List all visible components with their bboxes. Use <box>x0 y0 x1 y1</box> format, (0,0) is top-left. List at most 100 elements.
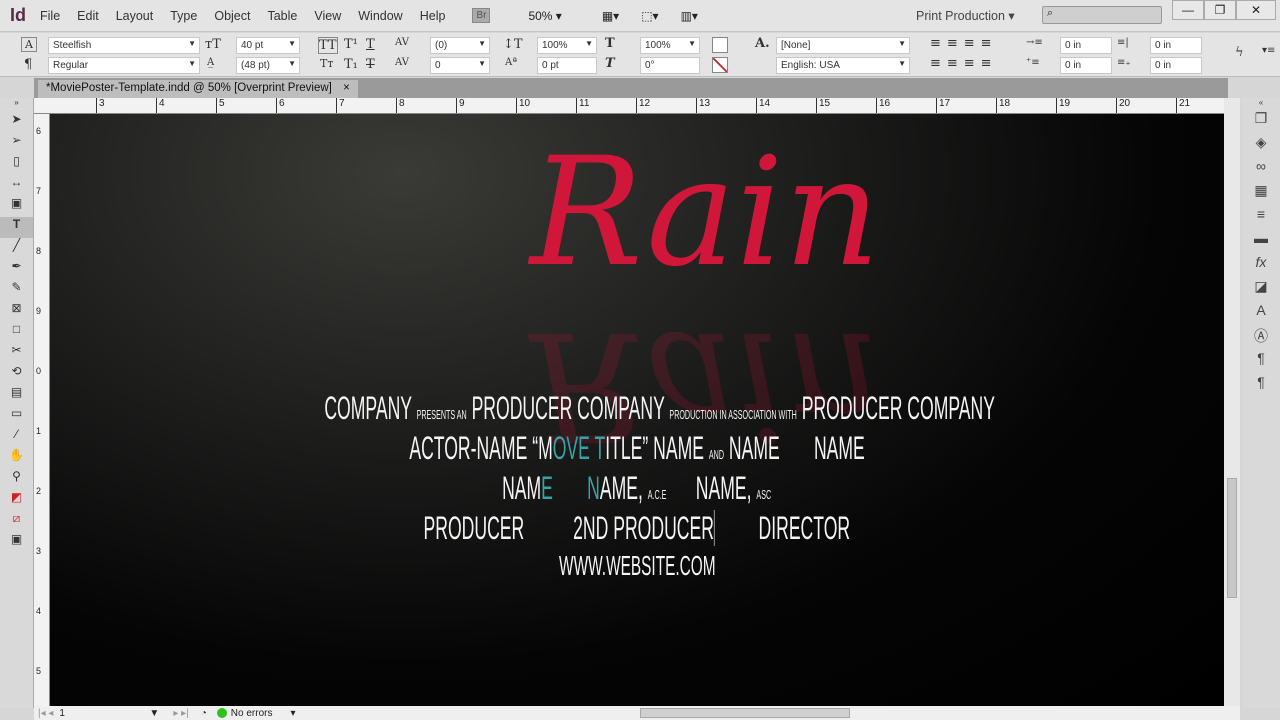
subscript-button[interactable]: T₁ <box>344 57 358 72</box>
gap-tool-icon[interactable]: ↔ <box>0 175 33 196</box>
line-tool-icon[interactable]: ╱ <box>0 238 33 259</box>
eyedropper-tool-icon[interactable]: ⁄ <box>0 427 33 448</box>
view-options-icon[interactable]: ⬚▾ <box>641 9 658 23</box>
scissors-tool-icon[interactable]: ✂ <box>0 343 33 364</box>
paragraph-panel-icon[interactable]: ¶ <box>1242 374 1280 398</box>
credit-line-3[interactable]: NAME NAME, A.C.E NAME, ASC <box>50 470 1224 507</box>
screen-mode-icon[interactable]: ▦▾ <box>602 9 619 23</box>
right-indent-field[interactable]: 0 in <box>1150 37 1202 54</box>
next-page-icon[interactable]: ▸ ▸| <box>173 708 188 719</box>
menu-object[interactable]: Object <box>214 9 250 23</box>
justify-buttons-row2[interactable]: ≡≡≡≡ <box>930 56 998 71</box>
all-caps-button[interactable]: TT <box>318 37 338 54</box>
menu-layout[interactable]: Layout <box>116 9 154 23</box>
minimize-button[interactable]: — <box>1172 0 1204 20</box>
quick-apply-icon[interactable]: ϟ <box>1235 45 1244 60</box>
note-tool-icon[interactable]: ▭ <box>0 406 33 427</box>
rectangle-frame-tool-icon[interactable]: ⊠ <box>0 301 33 322</box>
character-styles-panel-icon[interactable]: Ⓐ <box>1242 326 1280 350</box>
page-number-field[interactable]: 1 <box>59 708 149 719</box>
vertical-scrollbar[interactable] <box>1224 98 1240 706</box>
tracking-field[interactable]: 0 ▼ <box>430 57 490 74</box>
menu-type[interactable]: Type <box>170 9 197 23</box>
apply-none-icon[interactable]: ⧄ <box>0 511 33 532</box>
menu-table[interactable]: Table <box>267 9 297 23</box>
arrange-documents-icon[interactable]: ▥▾ <box>681 9 698 23</box>
search-input[interactable]: ⌕ <box>1042 6 1162 24</box>
bridge-button[interactable]: Br <box>472 8 491 23</box>
first-page-icon[interactable]: |◂ ◂ <box>38 708 53 719</box>
stroke-swatch[interactable] <box>712 57 728 73</box>
swatches-panel-icon[interactable]: ▦ <box>1242 182 1280 206</box>
small-caps-button[interactable]: Tт <box>320 57 333 70</box>
fill-swatch[interactable] <box>712 37 728 53</box>
credit-line-2[interactable]: ACTOR-NAME “MOVE TITLE” NAME AND NAME NA… <box>50 430 1224 467</box>
baseline-shift-field[interactable]: 0 pt <box>537 57 597 74</box>
credit-line-1[interactable]: COMPANY PRESENTS AN PRODUCER COMPANY PRO… <box>50 390 1224 427</box>
leading-field[interactable]: (48 pt) ▼ <box>236 57 300 74</box>
page-dropdown-icon[interactable]: ▼ <box>149 708 159 719</box>
panel-menu-icon[interactable]: ▾≡ <box>1262 45 1275 56</box>
font-style-select[interactable]: Regular ▼ <box>48 57 200 74</box>
paragraph-styles-panel-icon[interactable]: ¶ <box>1242 350 1280 374</box>
preflight-menu-icon[interactable]: ▾ <box>290 708 295 719</box>
left-indent-field[interactable]: 0 in <box>1060 37 1112 54</box>
strikethrough-button[interactable]: T <box>366 57 375 72</box>
document-tab[interactable]: *MoviePoster-Template.indd @ 50% [Overpr… <box>38 80 358 98</box>
font-size-field[interactable]: 40 pt ▼ <box>236 37 300 54</box>
pen-tool-icon[interactable]: ✒ <box>0 259 33 280</box>
workspace-switcher[interactable]: Print Production ▾ <box>916 8 1015 23</box>
character-panel-icon[interactable]: A <box>1242 302 1280 326</box>
direct-selection-tool-icon[interactable]: ➢ <box>0 133 33 154</box>
zoom-level-select[interactable]: 50% ▾ <box>528 9 561 23</box>
align-buttons-row1[interactable]: ≡≡≡≡ <box>930 36 998 51</box>
type-tool-icon[interactable]: T <box>0 217 33 238</box>
restore-button[interactable]: ❐ <box>1204 0 1236 20</box>
kerning-field[interactable]: (0) ▼ <box>430 37 490 54</box>
website-line[interactable]: WWW.WEBSITE.COM <box>50 550 1224 582</box>
stroke-panel-icon[interactable]: ≡ <box>1242 206 1280 230</box>
character-style-select[interactable]: [None] ▼ <box>776 37 910 54</box>
horizontal-scale-field[interactable]: 100% ▼ <box>640 37 700 54</box>
superscript-button[interactable]: T¹ <box>344 37 358 52</box>
paragraph-mode-button[interactable]: ¶ <box>24 57 32 72</box>
object-styles-panel-icon[interactable]: ◪ <box>1242 278 1280 302</box>
character-mode-button[interactable]: A <box>21 37 37 52</box>
preflight-icon[interactable]: ◔ <box>201 708 207 719</box>
effects-panel-icon[interactable]: fx <box>1242 254 1280 278</box>
page-tool-icon[interactable]: ▯ <box>0 154 33 175</box>
layers-panel-icon[interactable]: ◈ <box>1242 134 1280 158</box>
content-collector-icon[interactable]: ▣ <box>0 196 33 217</box>
underline-button[interactable]: T <box>366 37 375 52</box>
zoom-tool-icon[interactable]: ⚲ <box>0 469 33 490</box>
gradient-panel-icon[interactable]: ▬ <box>1242 230 1280 254</box>
menu-file[interactable]: File <box>40 9 60 23</box>
gradient-tool-icon[interactable]: ▤ <box>0 385 33 406</box>
credit-line-4[interactable]: PRODUCER 2ND PRODUCER DIRECTOR <box>50 510 1224 547</box>
close-button[interactable]: ✕ <box>1236 0 1276 20</box>
free-transform-tool-icon[interactable]: ⟲ <box>0 364 33 385</box>
menu-edit[interactable]: Edit <box>77 9 99 23</box>
menu-help[interactable]: Help <box>420 9 446 23</box>
fill-stroke-icon[interactable]: ◩ <box>0 490 33 511</box>
horizontal-scroll-thumb[interactable] <box>640 708 850 718</box>
rectangle-tool-icon[interactable]: □ <box>0 322 33 343</box>
font-family-select[interactable]: Steelfish ▼ <box>48 37 200 54</box>
last-line-indent-field[interactable]: 0 in <box>1150 57 1202 74</box>
pages-panel-icon[interactable]: ❐ <box>1242 110 1280 134</box>
vertical-scale-field[interactable]: 100% ▼ <box>537 37 597 54</box>
pencil-tool-icon[interactable]: ✎ <box>0 280 33 301</box>
skew-field[interactable]: 0° <box>640 57 700 74</box>
menu-window[interactable]: Window <box>358 9 402 23</box>
preflight-status[interactable]: No errors <box>231 708 273 719</box>
poster-canvas[interactable]: Rain Rain COMPANY PRESENTS AN PRODUCER C… <box>50 114 1224 706</box>
language-select[interactable]: English: USA ▼ <box>776 57 910 74</box>
menu-view[interactable]: View <box>314 9 341 23</box>
selection-tool-icon[interactable]: ➤ <box>0 112 33 133</box>
first-line-indent-field[interactable]: 0 in <box>1060 57 1112 74</box>
view-mode-icon[interactable]: ▣ <box>0 532 33 553</box>
vertical-scroll-thumb[interactable] <box>1227 478 1237 598</box>
hand-tool-icon[interactable]: ✋ <box>0 448 33 469</box>
links-panel-icon[interactable]: ∞ <box>1242 158 1280 182</box>
close-tab-icon[interactable]: × <box>343 82 350 94</box>
